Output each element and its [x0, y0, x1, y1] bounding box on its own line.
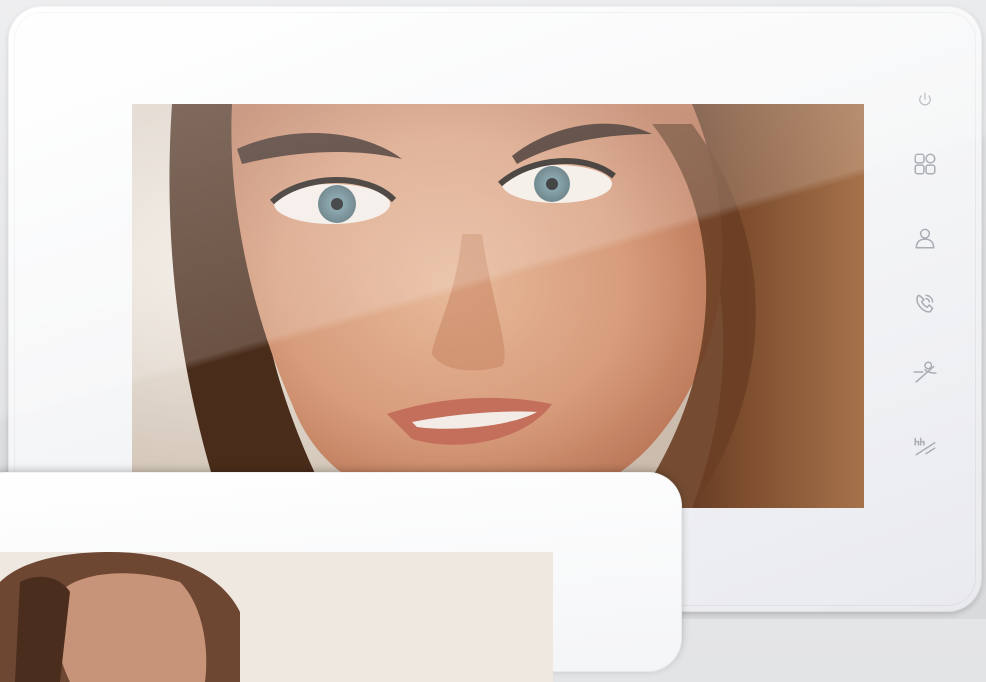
door-bell-icon	[914, 437, 936, 456]
handset-icon	[916, 294, 934, 313]
secondary-face-image	[0, 552, 553, 682]
door-button[interactable]	[900, 426, 950, 466]
menu-button[interactable]	[900, 144, 950, 184]
monitor-button[interactable]	[900, 218, 950, 258]
power-icon	[919, 92, 931, 106]
unlock-button[interactable]	[900, 352, 950, 392]
grid-menu-icon	[914, 153, 936, 175]
user-monitor-icon	[915, 228, 935, 249]
talk-button[interactable]	[900, 284, 950, 324]
secondary-monitor	[0, 472, 682, 682]
face-image	[132, 104, 864, 508]
main-screen-video-feed	[132, 104, 864, 508]
key-unlock-icon	[913, 361, 937, 383]
secondary-screen-video-feed	[0, 552, 553, 682]
power-button[interactable]	[900, 80, 950, 120]
